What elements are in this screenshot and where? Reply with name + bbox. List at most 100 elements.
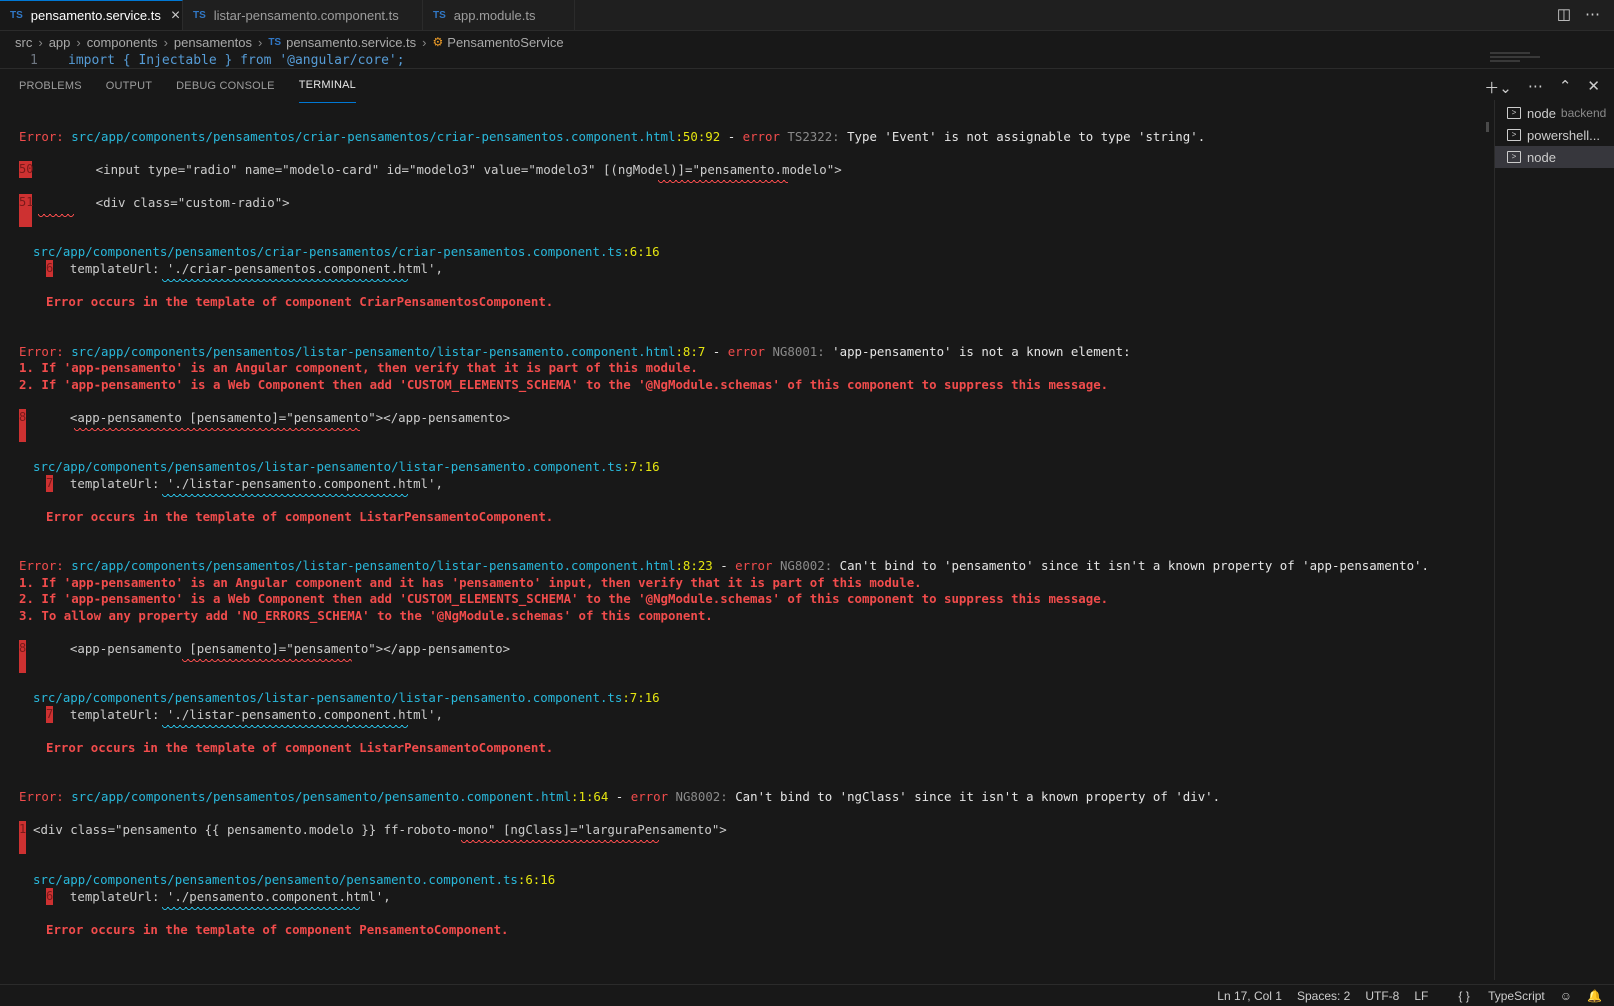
maximize-panel-icon[interactable]: ⌃ [1559,77,1572,98]
chevron-right-icon: › [76,34,81,50]
breadcrumb-item[interactable]: components [87,35,158,50]
new-terminal-icon[interactable]: ＋⌄ [1484,77,1512,98]
breadcrumb-item[interactable]: PensamentoService [447,35,563,50]
error-hint: 1. If 'app-pensamento' is an Angular com… [19,360,698,375]
error-line-marker: 7 [46,706,54,723]
terminal-item-node-backend[interactable]: > node backend [1495,102,1614,124]
source-line: <app-pensamento [pensamento]="pensamento… [55,410,511,425]
tab-debug-console[interactable]: DEBUG CONSOLE [176,69,275,103]
terminal-name: powershell... [1527,127,1600,143]
breadcrumb-item[interactable]: src [15,35,32,50]
notifications-icon[interactable]: 🔔 [1587,989,1602,1003]
chevron-right-icon: › [38,34,43,50]
error-line-marker: 1 [19,821,26,854]
error-line-marker: 8 [19,640,26,673]
error-occurs: Error occurs in the template of componen… [46,922,509,937]
tab-listar-pensamento-component[interactable]: TS listar-pensamento.component.ts [183,0,423,30]
error-header: Error: src/app/components/pensamentos/li… [19,558,1429,573]
status-bar: Ln 17, Col 1 Spaces: 2 UTF-8 LF { } Type… [0,984,1614,1006]
feedback-icon[interactable]: ☺ [1560,989,1572,1003]
chevron-right-icon: › [422,34,427,50]
terminal-scrollbar[interactable] [1486,122,1489,132]
reference-path[interactable]: src/app/components/pensamentos/listar-pe… [33,689,660,706]
source-line: <div class="custom-radio"> [36,195,290,210]
class-symbol-icon: ⚙ [432,35,444,49]
language-mode[interactable]: { } TypeScript [1443,989,1544,1003]
tab-terminal[interactable]: TERMINAL [298,69,356,103]
error-underline [38,214,74,220]
source-line: templateUrl: './listar-pensamento.compon… [55,476,443,491]
split-editor-icon[interactable]: ◫ [1557,5,1571,23]
breadcrumb-item[interactable]: pensamentos [174,35,252,50]
terminal-sublabel: backend [1560,106,1607,120]
chevron-right-icon: › [163,34,168,50]
error-header: Error: src/app/components/pensamentos/cr… [19,129,1206,144]
breadcrumb-item[interactable]: pensamento.service.ts [286,35,416,50]
error-underline [461,840,659,846]
tab-pensamento-service[interactable]: TS pensamento.service.ts × [0,0,183,30]
error-header: Error: src/app/components/pensamentos/li… [19,344,1131,359]
terminal-icon: > [1507,129,1521,141]
close-icon[interactable]: × [171,7,180,25]
error-line-marker: 8 [19,409,26,442]
terminal-item-powershell[interactable]: > powershell... [1495,124,1614,146]
reference-path[interactable]: src/app/components/pensamentos/criar-pen… [33,243,660,260]
error-hint: 3. To allow any property add 'NO_ERRORS_… [19,608,713,623]
typescript-icon: TS [10,10,23,21]
terminal-name: node [1527,105,1556,121]
minimap[interactable] [1490,50,1550,66]
typescript-icon: TS [433,9,446,21]
close-panel-icon[interactable]: ✕ [1587,77,1600,98]
source-line: templateUrl: './criar-pensamentos.compon… [55,261,443,276]
error-occurs: Error occurs in the template of componen… [46,509,554,524]
source-line: templateUrl: './listar-pensamento.compon… [55,707,443,722]
source-line: templateUrl: './pensamento.component.htm… [55,889,391,904]
reference-path[interactable]: src/app/components/pensamentos/listar-pe… [33,458,660,475]
info-underline [162,279,408,285]
chevron-right-icon: › [257,34,263,50]
panel-header: PROBLEMS OUTPUT DEBUG CONSOLE TERMINAL ＋… [0,68,1614,103]
tab-label: app.module.ts [453,7,536,23]
error-underline [182,659,352,665]
tab-app-module[interactable]: TS app.module.ts [423,0,575,30]
error-occurs: Error occurs in the template of componen… [46,294,554,309]
more-actions-icon[interactable]: ⋯ [1528,77,1543,98]
tab-output[interactable]: OUTPUT [106,69,152,103]
language-label: TypeScript [1488,988,1545,1003]
editor-tab-bar: TS pensamento.service.ts × TS listar-pen… [0,0,1614,31]
terminal-name: node [1527,149,1556,165]
tab-problems[interactable]: PROBLEMS [19,69,82,103]
terminal-output[interactable]: Error: src/app/components/pensamentos/cr… [0,102,1490,982]
tab-label: pensamento.service.ts [30,8,161,23]
error-hint: 2. If 'app-pensamento' is a Web Componen… [19,377,1109,392]
info-underline [162,725,408,731]
source-line: <div class="pensamento {{ pensamento.mod… [33,822,727,837]
terminal-icon: > [1507,107,1521,119]
breadcrumb-item[interactable]: app [49,35,71,50]
error-line-marker: 6 [46,260,54,277]
encoding[interactable]: UTF-8 [1365,989,1399,1003]
error-line-marker: 6 [46,888,54,905]
error-line-marker: 7 [46,475,54,492]
more-actions-icon[interactable]: ⋯ [1585,5,1600,23]
breadcrumb: src › app › components › pensamentos › TS pe… [0,31,1614,53]
error-hint: 2. If 'app-pensamento' is a Web Componen… [19,591,1109,606]
error-header: Error: src/app/components/pensamentos/pe… [19,789,1221,804]
error-underline [74,428,360,434]
editor-code-line[interactable]: 1 import { Injectable } from '@angular/c… [0,53,1490,67]
reference-path[interactable]: src/app/components/pensamentos/pensament… [33,871,555,888]
info-underline [162,494,408,500]
error-line-marker: 51 [19,194,33,227]
cursor-position[interactable]: Ln 17, Col 1 [1217,989,1282,1003]
terminal-list: > node backend > powershell... > node [1494,100,1614,980]
error-occurs: Error occurs in the template of componen… [46,740,554,755]
terminal-item-node[interactable]: > node [1495,146,1614,168]
indentation[interactable]: Spaces: 2 [1297,989,1350,1003]
source-line: <input type="radio" name="modelo-card" i… [36,162,842,177]
end-of-line[interactable]: LF [1414,989,1428,1003]
code-text: import { Injectable } from '@angular/cor… [68,53,405,67]
line-number: 1 [30,53,38,67]
braces-icon: { } [1458,988,1470,1003]
typescript-icon: TS [193,9,206,21]
typescript-icon: TS [268,36,282,48]
